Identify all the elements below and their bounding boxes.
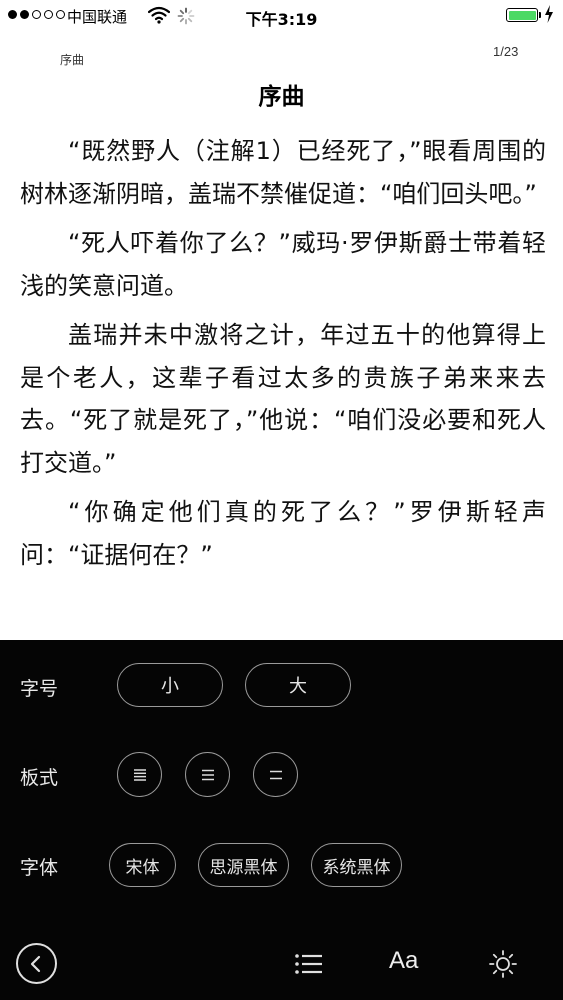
- font-size-label: 字号: [20, 678, 59, 700]
- status-time: 下午3:19: [245, 10, 318, 29]
- layout-compact-button[interactable]: [117, 752, 162, 797]
- typeface-system-label: 系统黑体: [322, 857, 391, 878]
- battery-icon: [506, 8, 538, 22]
- typeface-system-button[interactable]: 系统黑体: [311, 843, 402, 887]
- paragraph: 盖瑞并未中激将之计，年过五十的他算得上是个老人，这辈子看过太多的贵族子弟来来去去…: [20, 321, 546, 477]
- font-size-decrease-label: 小: [161, 676, 179, 697]
- font-size-decrease-button[interactable]: 小: [117, 663, 223, 707]
- wide-spacing-icon: [269, 770, 282, 779]
- typeface-source-han-button[interactable]: 思源黑体: [198, 843, 289, 887]
- compact-spacing-icon: [133, 768, 146, 781]
- table-of-contents-button[interactable]: [294, 952, 324, 976]
- list-icon: [295, 954, 322, 974]
- status-bar: 中国联通 下午3:19: [0, 0, 563, 34]
- chevron-left-icon: [30, 955, 40, 972]
- page-counter: 1/23: [493, 44, 519, 59]
- paragraph: “你确定他们真的死了么？”罗伊斯轻声问：“证据何在？”: [20, 498, 546, 569]
- layout-label: 板式: [20, 767, 59, 789]
- chapter-title: 序曲: [258, 84, 305, 110]
- chapter-content: “既然野人（注解1）已经死了，”眼看周围的树林逐渐阴暗，盖瑞不禁催促道：“咱们回…: [20, 130, 546, 583]
- paragraph: “死人吓着你了么？”威玛·罗伊斯爵士带着轻浅的笑意问道。: [20, 229, 546, 300]
- back-button[interactable]: [16, 943, 57, 984]
- layout-medium-button[interactable]: [185, 752, 230, 797]
- battery-tip: [539, 12, 541, 18]
- typeface-songti-button[interactable]: 宋体: [109, 843, 176, 887]
- font-size-increase-button[interactable]: 大: [245, 663, 351, 707]
- typeface-songti-label: 宋体: [125, 857, 160, 878]
- typeface-label: 字体: [20, 857, 59, 879]
- font-settings-button[interactable]: Aa: [389, 947, 418, 975]
- brightness-button[interactable]: [488, 949, 518, 979]
- paragraph: “既然野人（注解1）已经死了，”眼看周围的树林逐渐阴暗，盖瑞不禁催促道：“咱们回…: [20, 137, 546, 208]
- running-header: 序曲: [60, 53, 85, 67]
- charging-icon: [544, 5, 554, 28]
- typeface-source-han-label: 思源黑体: [209, 857, 278, 878]
- sun-icon: [489, 950, 517, 978]
- medium-spacing-icon: [201, 769, 214, 780]
- layout-wide-button[interactable]: [253, 752, 298, 797]
- reader-settings-panel: 字号 小 大 板式 字体 宋体 思源黑体 系统黑体: [0, 640, 563, 1000]
- font-size-increase-label: 大: [289, 676, 307, 697]
